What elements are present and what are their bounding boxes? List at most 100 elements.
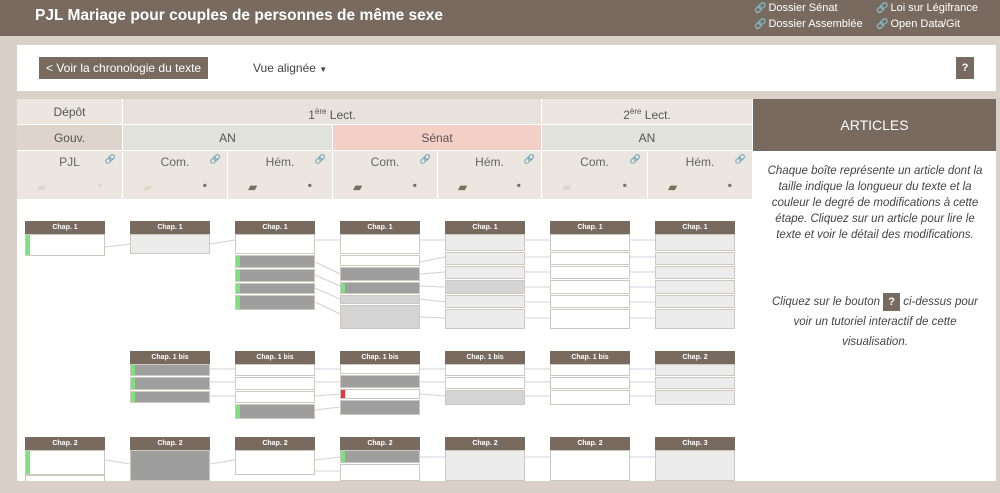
- chapter-header: Chap. 2: [445, 437, 525, 450]
- article-box[interactable]: [445, 295, 525, 308]
- link-label: Loi sur Légifrance: [890, 2, 978, 14]
- help-badge[interactable]: ?: [883, 293, 900, 311]
- chapter-header: Chap. 2: [655, 351, 735, 364]
- sidebar-hint-text: Cliquez sur le bouton: [772, 296, 881, 308]
- article-box[interactable]: [550, 295, 630, 308]
- link-dossier-assemblee[interactable]: 🔗 Dossier Assemblée: [754, 18, 863, 30]
- chapter-header: Chap. 1: [655, 221, 735, 234]
- articles-visualisation: Dépôt 1ère Lect. 2ère Lect. Gouv. AN Sén…: [17, 99, 753, 481]
- article-box[interactable]: [550, 266, 630, 279]
- chapter-header: Chap. 1 bis: [340, 351, 420, 364]
- article-box[interactable]: [655, 280, 735, 294]
- link-label: Dossier Sénat: [768, 2, 838, 14]
- article-box[interactable]: [340, 450, 420, 463]
- article-box[interactable]: [445, 390, 525, 405]
- article-box[interactable]: [25, 234, 105, 256]
- article-box[interactable]: [550, 309, 630, 329]
- sidebar-hint: Cliquez sur le bouton ? ci-dessus pour v…: [767, 292, 983, 352]
- view-select[interactable]: Vue alignée ▼: [253, 61, 327, 75]
- article-box[interactable]: [340, 400, 420, 415]
- article-box[interactable]: [130, 391, 210, 403]
- sidebar: ARTICLES Chaque boîte représente un arti…: [753, 99, 996, 481]
- view-select-label: Vue alignée: [253, 61, 316, 75]
- article-box[interactable]: [550, 377, 630, 389]
- article-box[interactable]: [550, 364, 630, 376]
- article-box[interactable]: [25, 475, 105, 481]
- article-box[interactable]: [235, 234, 315, 254]
- article-box[interactable]: [340, 282, 420, 294]
- link-icon: 🔗: [754, 3, 767, 14]
- chapter-header: Chap. 1: [25, 221, 105, 234]
- toolbar: < Voir la chronologie du texte Vue align…: [17, 45, 996, 91]
- article-box[interactable]: [550, 280, 630, 294]
- article-box[interactable]: [445, 377, 525, 389]
- article-box[interactable]: [445, 252, 525, 265]
- article-box[interactable]: [130, 234, 210, 254]
- article-box[interactable]: [235, 295, 315, 310]
- article-box[interactable]: [340, 389, 420, 399]
- article-box[interactable]: [340, 464, 420, 481]
- article-box[interactable]: [445, 280, 525, 294]
- chapter-header: Chap. 1 bis: [235, 351, 315, 364]
- article-box[interactable]: [550, 390, 630, 405]
- article-box[interactable]: [445, 234, 525, 251]
- link-git[interactable]: /Git: [943, 18, 960, 30]
- chapter-header: Chap. 1: [340, 221, 420, 234]
- article-box[interactable]: [655, 266, 735, 279]
- article-box[interactable]: [550, 234, 630, 251]
- article-box[interactable]: [445, 364, 525, 376]
- article-box[interactable]: [655, 309, 735, 329]
- article-box[interactable]: [445, 450, 525, 481]
- article-box[interactable]: [235, 404, 315, 419]
- top-bar: PJL Mariage pour couples de personnes de…: [0, 0, 1000, 36]
- article-box[interactable]: [340, 305, 420, 329]
- article-box[interactable]: [25, 450, 105, 475]
- article-box[interactable]: [550, 252, 630, 265]
- article-box[interactable]: [235, 283, 315, 294]
- article-box[interactable]: [235, 450, 315, 475]
- article-box[interactable]: [340, 234, 420, 254]
- chapter-header: Chap. 1 bis: [550, 351, 630, 364]
- article-box[interactable]: [655, 390, 735, 405]
- article-box[interactable]: [235, 391, 315, 403]
- article-box[interactable]: [235, 269, 315, 282]
- article-box[interactable]: [340, 295, 420, 304]
- chronology-button[interactable]: < Voir la chronologie du texte: [39, 57, 209, 79]
- link-label: Open Data: [890, 18, 944, 30]
- article-box[interactable]: [340, 364, 420, 374]
- article-box[interactable]: [550, 450, 630, 481]
- article-box[interactable]: [655, 450, 735, 481]
- article-box[interactable]: [445, 309, 525, 329]
- chapter-header: Chap. 2: [25, 437, 105, 450]
- article-box[interactable]: [340, 375, 420, 388]
- article-box[interactable]: [235, 255, 315, 268]
- link-dossier-senat[interactable]: 🔗 Dossier Sénat: [754, 2, 838, 14]
- link-label: Dossier Assemblée: [768, 18, 863, 30]
- article-box[interactable]: [340, 255, 420, 266]
- chapter-header: Chap. 2: [550, 437, 630, 450]
- link-icon: 🔗: [876, 3, 889, 14]
- article-box[interactable]: [130, 377, 210, 390]
- link-open-data[interactable]: 🔗 Open Data: [876, 18, 944, 30]
- article-box[interactable]: [235, 377, 315, 390]
- article-box[interactable]: [130, 364, 210, 376]
- article-box[interactable]: [130, 450, 210, 481]
- article-box[interactable]: [235, 364, 315, 376]
- article-box[interactable]: [340, 267, 420, 281]
- article-box[interactable]: [655, 295, 735, 308]
- chapter-header: Chap. 1: [445, 221, 525, 234]
- sidebar-description: Chaque boîte représente un article dont …: [767, 165, 983, 241]
- article-box[interactable]: [445, 266, 525, 279]
- chapter-header: Chap. 2: [130, 437, 210, 450]
- sidebar-title: ARTICLES: [753, 99, 996, 151]
- chapter-header: Chap. 1: [235, 221, 315, 234]
- help-button[interactable]: ?: [956, 57, 974, 79]
- article-box[interactable]: [655, 364, 735, 376]
- chapter-header: Chap. 1 bis: [445, 351, 525, 364]
- chapter-header: Chap. 1: [130, 221, 210, 234]
- article-box[interactable]: [655, 234, 735, 251]
- chapter-header: Chap. 2: [235, 437, 315, 450]
- link-loi-legifrance[interactable]: 🔗 Loi sur Légifrance: [876, 2, 978, 14]
- article-box[interactable]: [655, 252, 735, 265]
- article-box[interactable]: [655, 377, 735, 389]
